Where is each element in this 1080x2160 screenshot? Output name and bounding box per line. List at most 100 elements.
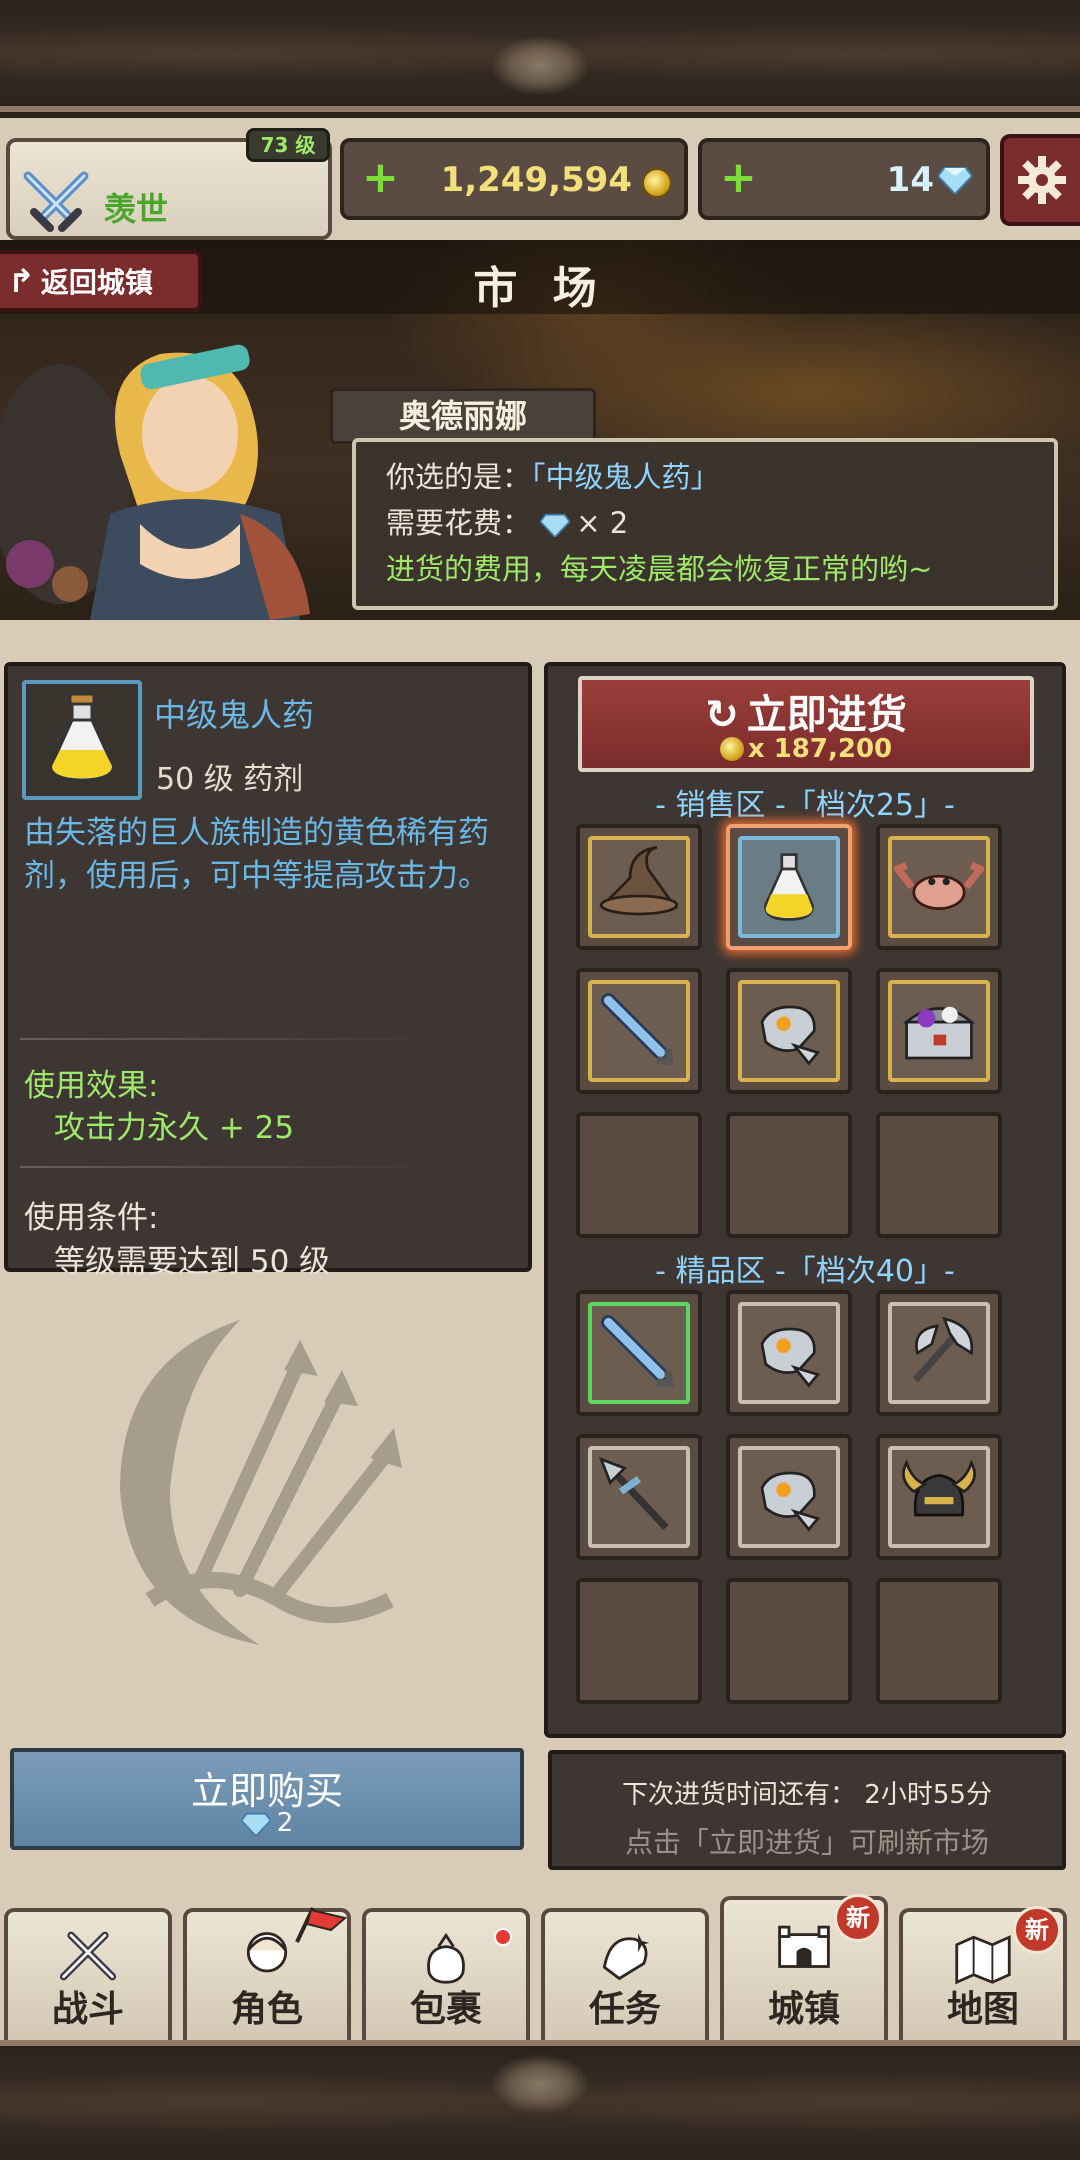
dialog-cost-value: × 2 bbox=[576, 506, 629, 540]
item-frame bbox=[588, 1446, 690, 1548]
gold-display: + 1,249,594 bbox=[340, 138, 688, 220]
nav-tab[interactable]: 角色 bbox=[183, 1907, 351, 2040]
item-frame bbox=[888, 1302, 990, 1404]
nav-tab-label: 城镇 bbox=[767, 1989, 840, 2030]
effect-value: 攻击力永久 + 25 bbox=[54, 1110, 295, 1146]
plus-icon[interactable]: + bbox=[362, 154, 399, 202]
top-decor-band bbox=[0, 0, 1080, 112]
diamond-icon bbox=[540, 513, 571, 537]
witch-hat-icon bbox=[598, 846, 679, 916]
premium-item-slot[interactable] bbox=[876, 1434, 1002, 1560]
sale-item-slot[interactable] bbox=[576, 968, 702, 1094]
condition-value: 等级需要达到 50 级 bbox=[54, 1244, 331, 1280]
nav-tab-label: 角色 bbox=[230, 1989, 303, 2030]
premium-item-slot[interactable] bbox=[876, 1290, 1002, 1416]
gem-amount: 14 bbox=[886, 160, 934, 200]
nav-tab[interactable]: 任务 bbox=[541, 1908, 709, 2040]
map-icon bbox=[955, 1935, 1011, 1985]
spear-icon bbox=[598, 1456, 669, 1531]
gauntlet-icon bbox=[760, 1005, 821, 1066]
empty-item-slot bbox=[726, 1578, 852, 1704]
quest-icon bbox=[602, 1933, 650, 1981]
premium-item-slot[interactable] bbox=[726, 1434, 852, 1560]
dialog-selected-item: 「中级鬼人药」 bbox=[531, 460, 720, 494]
ornament-icon bbox=[490, 36, 590, 96]
sale-item-slot[interactable] bbox=[576, 824, 702, 950]
premium-item-slot[interactable] bbox=[726, 1290, 852, 1416]
notification-dot bbox=[494, 1928, 512, 1946]
plus-icon[interactable]: + bbox=[720, 154, 757, 202]
header-bar: 羡世 73 级 + 1,249,594 + 14 bbox=[0, 118, 1080, 240]
nav-tab-label: 任务 bbox=[588, 1989, 661, 2030]
sale-item-slot[interactable] bbox=[726, 824, 852, 950]
nav-tab[interactable]: 城镇 新 bbox=[720, 1894, 888, 2040]
premium-item-slot[interactable] bbox=[576, 1434, 702, 1560]
buy-now-button[interactable]: 立即购买 2 bbox=[10, 1748, 524, 1850]
sale-zone-title: - 销售区 -「档次25」- bbox=[655, 788, 955, 823]
crab-icon bbox=[894, 862, 984, 910]
diamond-icon bbox=[938, 167, 972, 194]
market-scene: 市 场 ↱ 返回城镇 奥德丽娜 你选的是：「中级鬼人药」 需要花费： × 2 进… bbox=[0, 240, 1080, 620]
divider bbox=[20, 1038, 440, 1040]
sale-item-slot[interactable] bbox=[726, 968, 852, 1094]
empty-item-slot bbox=[876, 1578, 1002, 1704]
shop-panel: ↻ 立即进货 x 187,200 - 销售区 -「档次25」- - 精品区 -「档… bbox=[544, 662, 1066, 1738]
item-frame bbox=[888, 1446, 990, 1548]
horned-helmet-icon bbox=[902, 1459, 976, 1517]
buy-cost-value: 2 bbox=[276, 1808, 294, 1838]
sale-item-slot[interactable] bbox=[876, 968, 1002, 1094]
restock-button[interactable]: ↻ 立即进货 x 187,200 bbox=[578, 676, 1034, 772]
npc-portrait bbox=[0, 344, 310, 620]
nav-tab[interactable]: 包裹 bbox=[362, 1908, 530, 2040]
item-frame bbox=[738, 836, 840, 938]
item-frame bbox=[588, 980, 690, 1082]
settings-button[interactable] bbox=[1000, 134, 1080, 226]
item-frame bbox=[738, 980, 840, 1082]
restock-hint: 点击「立即进货」可刷新市场 bbox=[624, 1826, 989, 1859]
player-name: 羡世 bbox=[104, 190, 169, 228]
item-frame bbox=[738, 1302, 840, 1404]
bottom-nav: 战斗 角色 包裹 任务 城镇 新地图 新 bbox=[0, 1894, 1080, 2040]
npc-name: 奥德丽娜 bbox=[330, 388, 596, 444]
item-frame bbox=[738, 1446, 840, 1548]
nav-tab-label: 地图 bbox=[946, 1989, 1019, 2030]
crossed-swords-icon bbox=[23, 171, 89, 232]
yellow-potion-icon bbox=[764, 853, 814, 921]
item-icon-frame bbox=[22, 680, 142, 800]
gear-icon bbox=[1018, 156, 1066, 204]
blue-sword-icon bbox=[601, 1315, 674, 1388]
back-to-town-button[interactable]: ↱ 返回城镇 bbox=[0, 250, 202, 312]
nav-tab[interactable]: 地图 新 bbox=[899, 1906, 1067, 2040]
buy-cost: 2 bbox=[14, 1808, 520, 1838]
item-frame bbox=[588, 1302, 690, 1404]
item-description: 由失落的巨人族制造的黄色稀有药剂，使用后，可中等提高攻击力。 bbox=[24, 815, 489, 894]
divider bbox=[20, 1166, 440, 1168]
restock-info: 下次进货时间还有： 2小时55分 点击「立即进货」可刷新市场 bbox=[548, 1750, 1066, 1870]
refresh-icon: ↻ bbox=[705, 692, 739, 738]
nav-tab[interactable]: 战斗 bbox=[4, 1908, 172, 2040]
npc-dialog: 你选的是：「中级鬼人药」 需要花费： × 2 进货的费用，每天凌晨都会恢复正常的… bbox=[352, 438, 1058, 610]
battle-swords-icon bbox=[59, 1931, 117, 1981]
restock-cost: x 187,200 bbox=[747, 734, 893, 764]
gauntlet-icon bbox=[760, 1471, 821, 1532]
ornament-icon bbox=[490, 2054, 590, 2114]
premium-item-slot[interactable] bbox=[576, 1290, 702, 1416]
treasure-chest-icon bbox=[902, 1006, 976, 1060]
effect-title: 使用效果: bbox=[24, 1068, 159, 1104]
empty-item-slot bbox=[726, 1112, 852, 1238]
item-info-panel: 中级鬼人药 50 级 药剂 由失落的巨人族制造的黄色稀有药剂，使用后，可中等提高… bbox=[4, 662, 532, 1280]
sale-item-slot[interactable] bbox=[876, 824, 1002, 950]
dialog-selected-label: 你选的是： bbox=[386, 460, 532, 494]
back-label: 返回城镇 bbox=[40, 266, 153, 299]
level-badge: 73 级 bbox=[246, 128, 330, 162]
condition-title: 使用条件: bbox=[24, 1200, 159, 1236]
blue-sword-icon bbox=[601, 993, 674, 1066]
yellow-potion-icon bbox=[50, 692, 114, 782]
coin-icon bbox=[642, 168, 672, 198]
main-content: 中级鬼人药 50 级 药剂 由失落的巨人族制造的黄色稀有药剂，使用后，可中等提高… bbox=[0, 620, 1080, 1894]
gem-display: + 14 bbox=[698, 138, 990, 220]
nav-tab-label: 包裹 bbox=[409, 1989, 482, 2030]
battle-axe-icon bbox=[912, 1316, 974, 1383]
nav-tab-label: 战斗 bbox=[51, 1989, 124, 2030]
diamond-icon bbox=[240, 1812, 271, 1836]
